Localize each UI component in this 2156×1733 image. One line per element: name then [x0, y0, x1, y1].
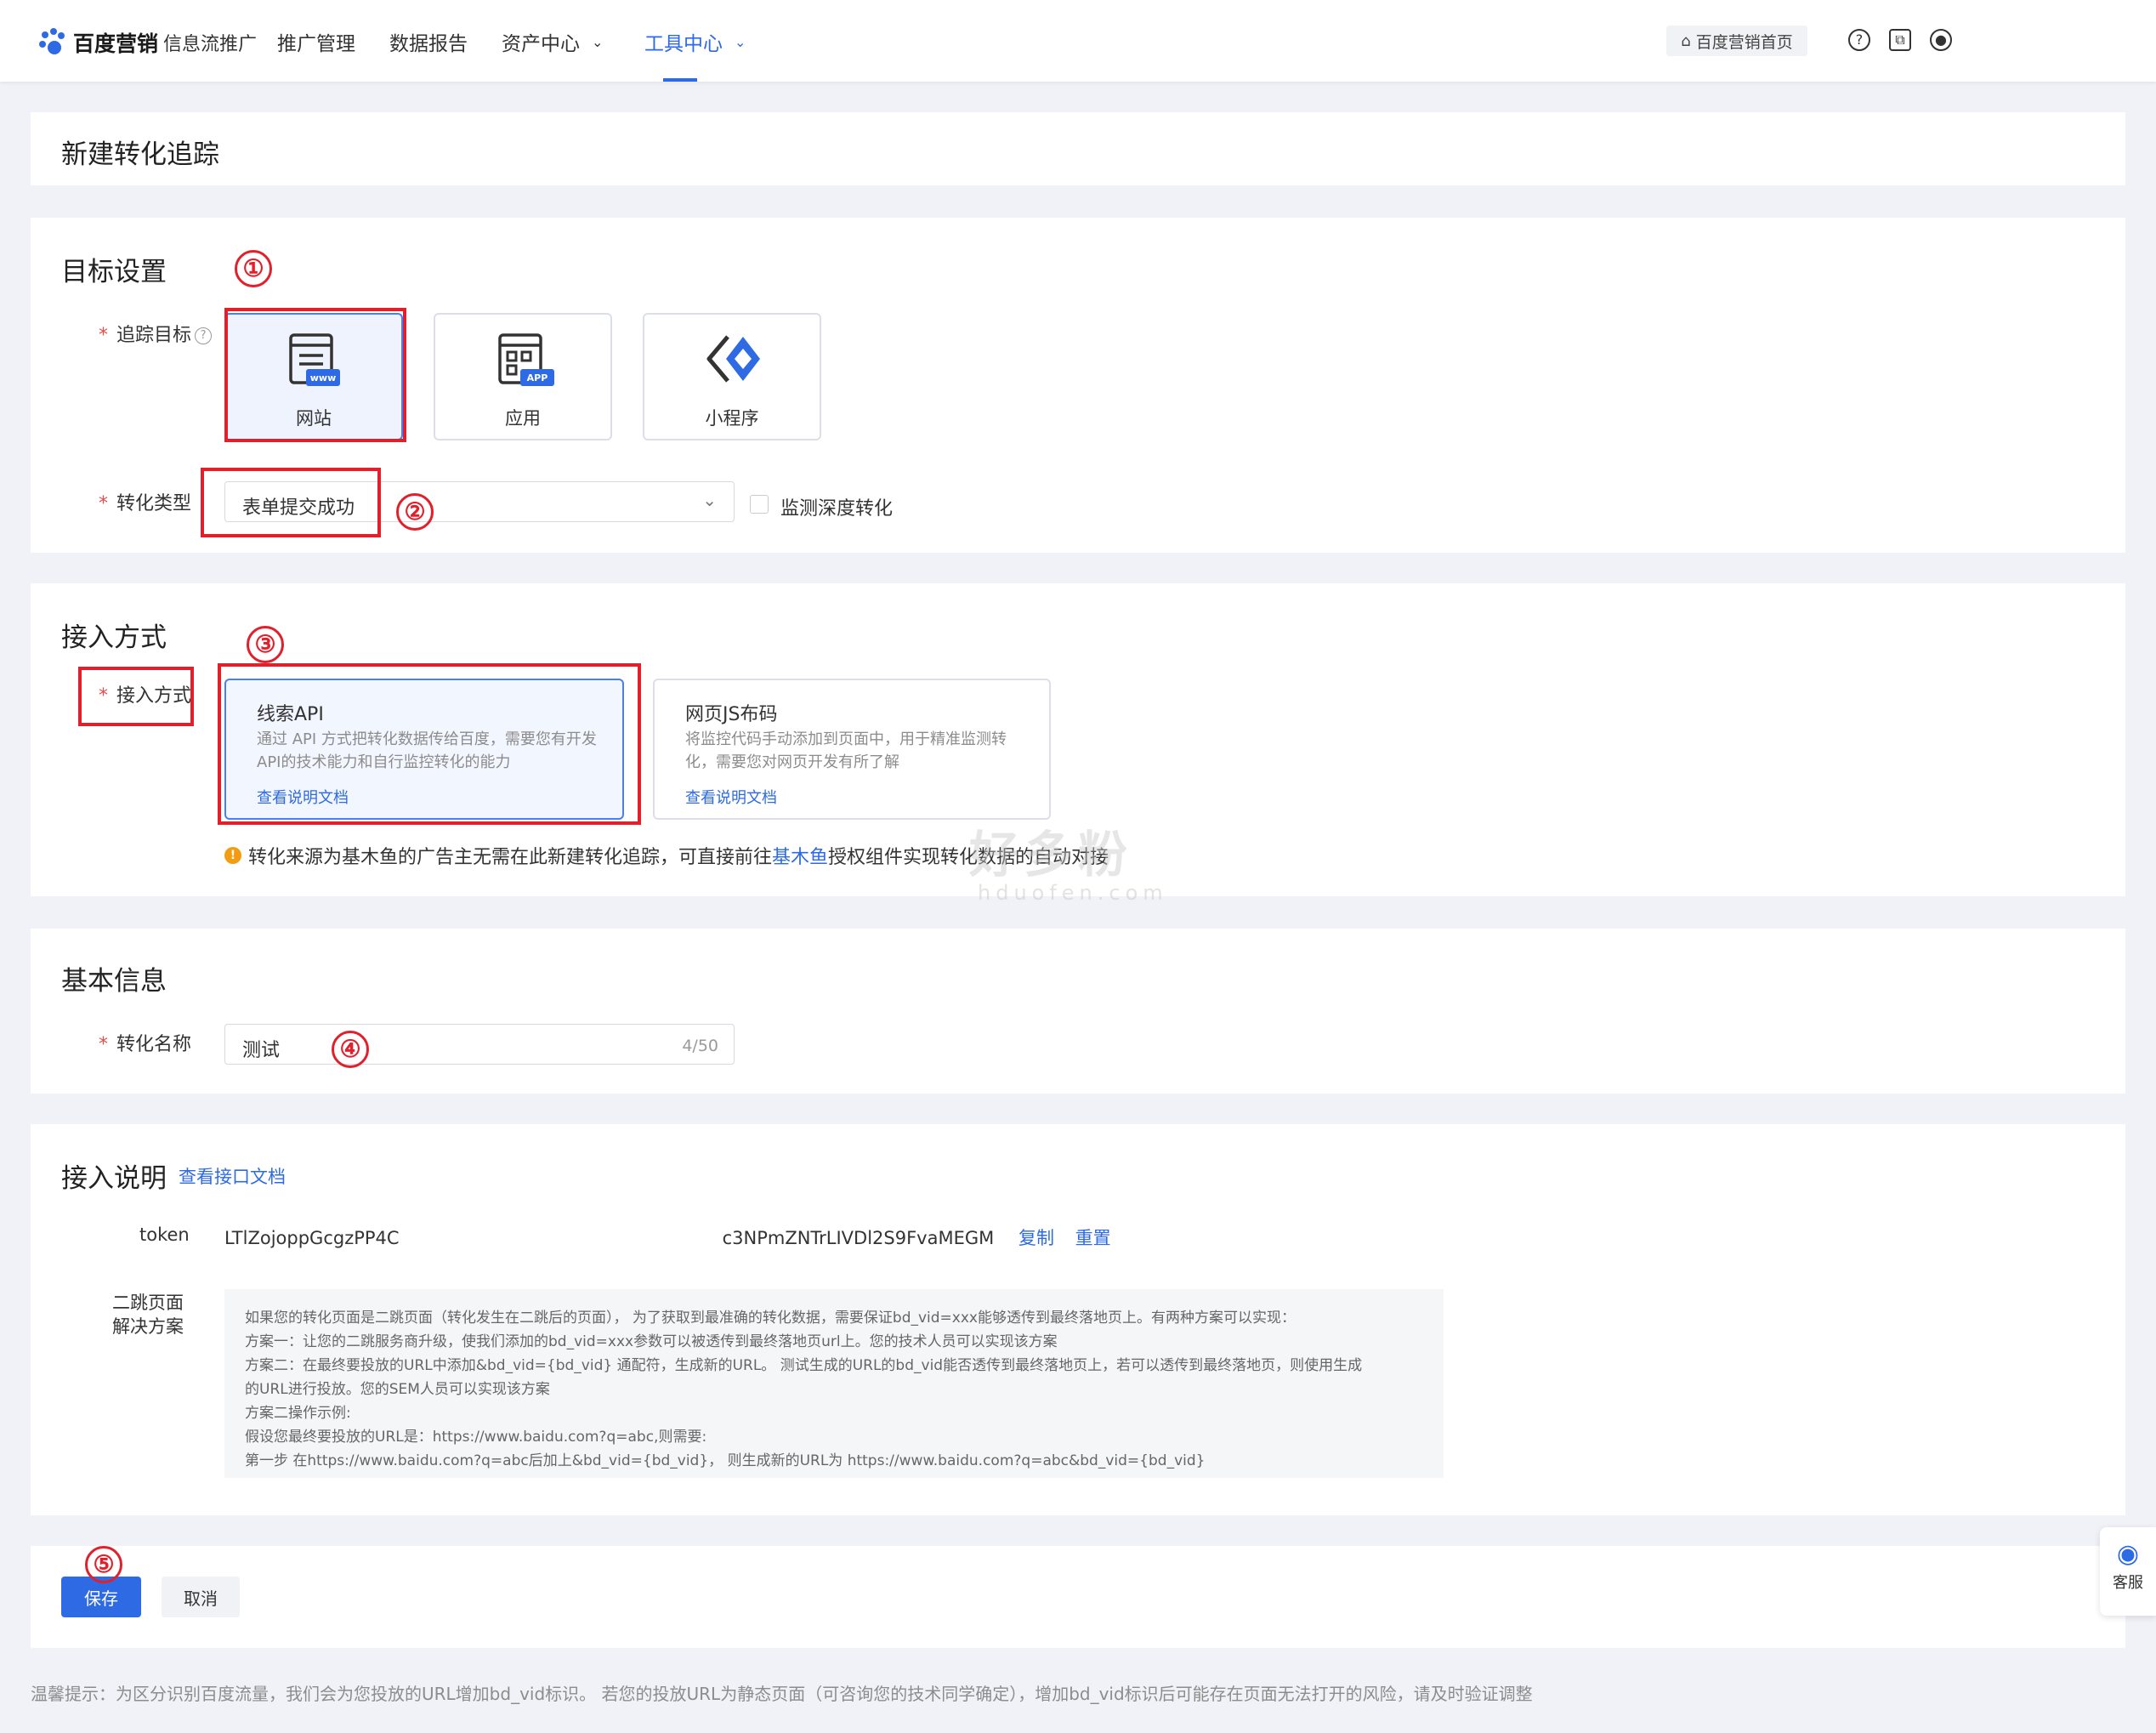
char-counter: 4/50 — [682, 1037, 718, 1055]
annotation-box-2 — [201, 468, 381, 537]
target-option-app[interactable]: APP 应用 — [434, 313, 612, 440]
watermark-domain: hduofen.com — [978, 881, 1168, 905]
deep-conversion-label: 监测深度转化 — [780, 498, 894, 520]
reset-token-link[interactable]: 重置 — [1075, 1228, 1111, 1248]
notice-text-prefix: 转化来源为基木鱼的广告主无需在此新建转化追踪，可直接前往 — [248, 847, 773, 868]
conversion-name-input[interactable]: 测试 4/50 — [224, 1024, 735, 1065]
annotation-box-3b — [78, 667, 194, 726]
conversion-name-label: * 转化名称 — [99, 1034, 192, 1055]
svg-text:APP: APP — [527, 372, 548, 384]
annotation-number-1: ① — [235, 250, 272, 287]
track-target-label: * 追踪目标? — [99, 320, 213, 347]
service-label: 客服 — [2113, 1574, 2143, 1592]
product-name: 信息流推广 — [163, 34, 258, 55]
headset-icon: ◉ — [2116, 1539, 2140, 1569]
solution-label: 二跳页面 解决方案 — [112, 1293, 184, 1337]
section-title: 目标设置 — [61, 257, 167, 287]
app-icon: APP — [496, 332, 556, 395]
deep-conversion-checkbox[interactable] — [750, 495, 769, 514]
nav-label: 数据报告 — [389, 33, 468, 55]
copy-token-link[interactable]: 复制 — [1018, 1228, 1054, 1248]
section-title: 基本信息 — [61, 966, 167, 997]
annotation-number-5: ⑤ — [85, 1546, 122, 1583]
help-icon[interactable]: ? — [1848, 29, 1870, 51]
nav-label: 工具中心 — [644, 33, 723, 55]
chevron-down-icon: ⌄ — [592, 33, 604, 50]
solution-line: 的URL进行投放。您的SEM人员可以实现该方案 — [245, 1381, 550, 1398]
top-navigation-bar: 百度营销 信息流推广 推广管理 数据报告 资产中心 ⌄ 工具中心 ⌄ ⌂ 百度营… — [0, 0, 2156, 82]
solution-line: 第一步 在https://www.baidu.com?q=abc后加上&bd_v… — [245, 1452, 1206, 1469]
section-title: 接入方式 — [61, 622, 167, 653]
page-title-card: 新建转化追踪 — [31, 112, 2125, 185]
warning-icon: ! — [224, 847, 241, 864]
annotation-number-3: ③ — [247, 626, 284, 663]
token-redacted — [399, 1227, 723, 1247]
cancel-button[interactable]: 取消 — [162, 1577, 240, 1617]
jimuyu-link[interactable]: 基木鱼 — [772, 842, 828, 869]
method-description: 将监控代码手动添加到页面中，用于精准监测转化，需要您对网页开发有所了解 — [685, 730, 1007, 771]
nav-item-tools[interactable]: 工具中心 ⌄ — [644, 27, 746, 56]
question-icon[interactable]: ? — [195, 327, 213, 344]
target-label: 小程序 — [705, 408, 759, 429]
input-value: 测试 — [242, 1040, 281, 1061]
method-doc-link[interactable]: 查看说明文档 — [685, 786, 777, 808]
chevron-down-icon: ⌄ — [702, 490, 717, 510]
nav-item-reports[interactable]: 数据报告 — [389, 27, 468, 56]
baidu-paw-icon — [37, 27, 68, 58]
active-nav-indicator — [663, 78, 697, 82]
nav-label: 资产中心 — [502, 33, 580, 55]
chevron-down-icon: ⌄ — [735, 33, 746, 50]
solution-line: 如果您的转化页面是二跳页面（转化发生在二跳后的页面）， 为了获取到最准确的转化数… — [245, 1310, 1296, 1327]
nav-item-promotion[interactable]: 推广管理 — [277, 27, 355, 56]
page-title: 新建转化追踪 — [61, 139, 219, 170]
basic-info-card: 基本信息 — [31, 929, 2125, 1094]
section-title: 接入说明 — [61, 1163, 167, 1194]
annotation-number-2: ② — [396, 493, 434, 531]
conversion-type-label: * 转化类型 — [99, 493, 192, 514]
method-title: 网页JS布码 — [685, 704, 778, 725]
copy-icon[interactable]: ⧉ — [1889, 29, 1911, 51]
api-doc-link[interactable]: 查看接口文档 — [179, 1163, 286, 1189]
token-label: token — [139, 1224, 190, 1245]
nav-label: 推广管理 — [277, 33, 355, 55]
nav-item-assets[interactable]: 资产中心 ⌄ — [502, 27, 603, 56]
mini-program-icon — [702, 332, 767, 395]
annotation-number-4: ④ — [332, 1031, 369, 1068]
footer-tip: 温馨提示：为区分识别百度流量，我们会为您投放的URL增加bd_vid标识。 若您… — [31, 1684, 1533, 1704]
action-bar-card — [31, 1546, 2125, 1648]
baidu-home-button[interactable]: ⌂ 百度营销首页 — [1666, 26, 1807, 56]
watermark: 好多粉 — [969, 826, 1133, 884]
solution-line: 假设您最终要投放的URL是：https://www.baidu.com?q=ab… — [245, 1429, 707, 1446]
user-icon[interactable]: ● — [1930, 29, 1952, 51]
brand-name: 百度营销 — [73, 31, 159, 56]
annotation-box-3 — [218, 663, 641, 825]
solution-text-box: 如果您的转化页面是二跳页面（转化发生在二跳后的页面）， 为了获取到最准确的转化数… — [224, 1289, 1444, 1478]
target-option-mini-program[interactable]: 小程序 — [643, 313, 821, 440]
home-icon: ⌂ — [1681, 31, 1691, 50]
home-button-label: 百度营销首页 — [1695, 32, 1793, 52]
solution-line: 方案二：在最终要投放的URL中添加&bd_vid={bd_vid} 通配符，生成… — [245, 1357, 1363, 1374]
solution-line: 方案一：让您的二跳服务商升级，使我们添加的bd_vid=xxx参数可以被透传到最… — [245, 1333, 1058, 1350]
target-label: 应用 — [505, 408, 541, 429]
method-option-js-code[interactable]: 网页JS布码 将监控代码手动添加到页面中，用于精准监测转化，需要您对网页开发有所… — [653, 679, 1051, 820]
solution-line: 方案二操作示例: — [245, 1405, 351, 1422]
annotation-box-1 — [224, 308, 406, 442]
brand-logo[interactable]: 百度营销 信息流推广 — [37, 26, 257, 60]
token-value: LTlZojoppGcgzPP4C c3NPmZNTrLIVDl2S9FvaMEG… — [224, 1227, 1111, 1248]
customer-service-button[interactable]: ◉ 客服 — [2100, 1527, 2156, 1616]
